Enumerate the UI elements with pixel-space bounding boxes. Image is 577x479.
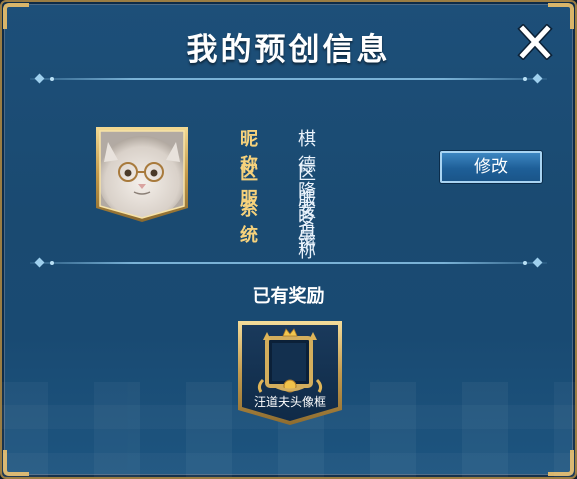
pre-creation-info-dialog: 我的预创信息 昵称 棋德隆咚锵 区服 区服名称 系统 安卓 修改 已有奖励 汪道… (0, 0, 577, 479)
dialog-title: 我的预创信息 (186, 32, 391, 68)
top-divider (30, 72, 547, 86)
close-button[interactable] (517, 23, 553, 61)
system-label: 系统 (240, 199, 258, 246)
rewards-heading: 已有奖励 (252, 286, 325, 307)
system-value: 安卓 (298, 199, 316, 246)
avatar (94, 126, 190, 222)
reward-item-name: 汪道夫头像框 (253, 395, 326, 409)
edit-button[interactable]: 修改 (440, 151, 542, 183)
middle-divider (30, 256, 547, 270)
close-icon (517, 23, 553, 61)
avatar-frame-icon (238, 321, 342, 425)
cat-avatar-image (96, 127, 188, 222)
reward-item[interactable] (237, 320, 343, 426)
